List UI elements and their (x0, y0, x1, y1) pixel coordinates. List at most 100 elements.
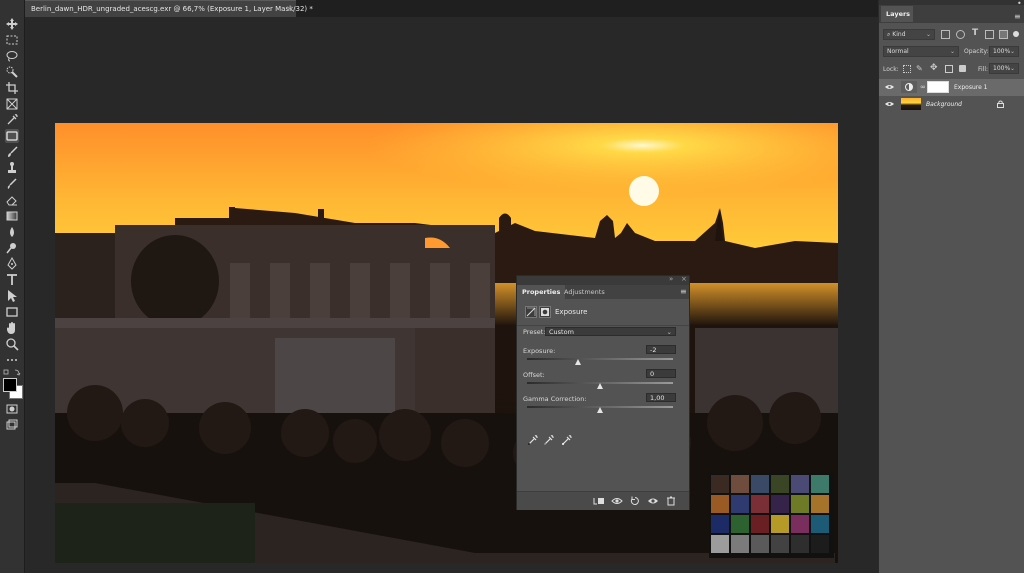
more-tools-icon[interactable] (5, 353, 19, 367)
gray-point-eyedropper-icon[interactable] (543, 434, 555, 446)
layer-name[interactable]: Background (926, 101, 962, 108)
clip-to-layer-icon[interactable] (593, 496, 605, 506)
filter-toggle-icon[interactable] (1013, 31, 1019, 37)
gradient-tool-icon[interactable] (5, 209, 19, 223)
tab-adjustments[interactable]: Adjustments (559, 285, 610, 299)
path-selection-tool-icon[interactable] (5, 289, 19, 303)
adjustment-layer-icon[interactable] (525, 306, 537, 318)
filter-smart-object-icon[interactable] (999, 30, 1008, 39)
fill-input[interactable]: 100% ⌄ (989, 63, 1019, 74)
chevron-down-icon: ⌄ (1009, 48, 1015, 55)
filter-adjustment-icon[interactable] (956, 30, 965, 39)
lock-image-pixels-icon[interactable]: ✎ (916, 64, 923, 73)
collapse-icon[interactable]: » (669, 275, 673, 283)
chevron-down-icon: ⌄ (925, 31, 931, 38)
adjustment-thumbnail (901, 81, 917, 93)
blur-tool-icon[interactable] (5, 225, 19, 239)
layer-mask-icon[interactable] (539, 306, 551, 318)
lock-position-icon[interactable]: ✥ (930, 63, 938, 73)
move-tool-icon[interactable] (5, 17, 19, 31)
eraser-tool-icon[interactable] (5, 193, 19, 207)
view-previous-state-icon[interactable] (611, 496, 623, 506)
search-icon: ⌕ (887, 31, 891, 38)
layer-row-exposure[interactable]: ∞ Exposure 1 (879, 79, 1024, 96)
close-icon[interactable]: × (286, 4, 293, 13)
panel-menu-icon[interactable]: ≡ (680, 287, 687, 296)
filter-kind-value: Kind (892, 31, 906, 38)
tools-panel (0, 0, 25, 573)
blend-mode-select[interactable]: Normal ⌄ (883, 46, 959, 57)
close-icon[interactable]: × (681, 275, 687, 283)
hand-tool-icon[interactable] (5, 321, 19, 335)
layer-mask-thumbnail[interactable] (927, 81, 949, 93)
white-point-eyedropper-icon[interactable] (561, 434, 573, 446)
brush-tool-icon[interactable] (5, 145, 19, 159)
preset-select[interactable]: Custom ⌄ (545, 327, 676, 336)
properties-panel: » × Properties Adjustments ≡ Exposure Pr… (516, 275, 690, 510)
dodge-tool-icon[interactable] (5, 241, 19, 255)
gamma-correction-label: Gamma Correction: (523, 395, 587, 403)
panel-close-icon[interactable]: • (1017, 0, 1022, 8)
quick-mask-icon[interactable] (5, 402, 19, 416)
type-tool-icon[interactable] (5, 273, 19, 287)
lock-label: Lock: (883, 66, 899, 73)
document-tab-title: Berlin_dawn_HDR_ungraded_acescg.exr @ 66… (31, 5, 313, 13)
filter-type-icon[interactable]: T (972, 28, 978, 38)
layer-name[interactable]: Exposure 1 (954, 84, 988, 91)
fill-value: 100% (993, 65, 1011, 72)
exposure-slider-track[interactable] (527, 358, 673, 360)
panel-menu-icon[interactable]: ≡ (1014, 12, 1021, 21)
lock-transparent-pixels-icon[interactable] (903, 65, 911, 73)
foreground-color-swatch[interactable] (3, 378, 17, 392)
layer-row-background[interactable]: Background (879, 96, 1024, 113)
preset-label: Preset: (523, 328, 546, 336)
visibility-eye-icon[interactable] (885, 84, 894, 90)
opacity-label: Opacity: (964, 48, 989, 55)
lasso-tool-icon[interactable] (5, 49, 19, 63)
frame-tool-active-icon[interactable] (5, 129, 19, 143)
rectangle-tool-icon[interactable] (5, 305, 19, 319)
zoom-tool-icon[interactable] (5, 337, 19, 351)
blend-mode-value: Normal (887, 48, 909, 55)
toggle-visibility-icon[interactable] (647, 496, 659, 506)
visibility-eye-icon[interactable] (885, 101, 894, 107)
lock-all-icon[interactable] (959, 65, 966, 72)
delete-adjustment-icon[interactable] (665, 496, 677, 506)
opacity-input[interactable]: 100% ⌄ (989, 46, 1019, 57)
divider (517, 325, 689, 326)
filter-kind-select[interactable]: ⌕ Kind ⌄ (883, 29, 935, 40)
link-icon[interactable]: ∞ (920, 83, 926, 91)
properties-panel-header[interactable]: » × (517, 275, 689, 285)
screen-mode-icon[interactable] (5, 418, 19, 432)
document-tab[interactable]: Berlin_dawn_HDR_ungraded_acescg.exr @ 66… (24, 0, 313, 17)
pen-tool-icon[interactable] (5, 257, 19, 271)
offset-input[interactable]: 0 (646, 369, 676, 378)
filter-pixel-icon[interactable] (941, 30, 950, 39)
exposure-slider-thumb[interactable] (575, 359, 582, 365)
exposure-input[interactable]: -2 (646, 345, 676, 354)
filter-shape-icon[interactable] (985, 30, 994, 39)
tab-layers-label: Layers (886, 10, 911, 18)
chevron-down-icon: ⌄ (949, 48, 955, 55)
exposure-label: Exposure: (523, 347, 556, 355)
history-brush-tool-icon[interactable] (5, 177, 19, 191)
lock-artboard-icon[interactable] (945, 65, 953, 73)
document-image[interactable] (55, 123, 838, 563)
clone-stamp-tool-icon[interactable] (5, 161, 19, 175)
swap-colors-icon[interactable] (3, 368, 21, 376)
tab-layers[interactable]: Layers (881, 6, 913, 22)
gamma-correction-input[interactable]: 1,00 (646, 393, 676, 402)
quick-selection-tool-icon[interactable] (5, 65, 19, 79)
gamma-slider-thumb[interactable] (597, 407, 603, 413)
document-tab-bar: Berlin_dawn_HDR_ungraded_acescg.exr @ 66… (24, 0, 878, 17)
reset-adjustment-icon[interactable] (629, 496, 641, 506)
properties-footer (517, 491, 689, 510)
black-point-eyedropper-icon[interactable] (527, 434, 539, 446)
eyedropper-tool-icon[interactable] (5, 113, 19, 127)
adjustment-title: Exposure (555, 308, 588, 316)
layer-thumbnail (901, 98, 921, 110)
marquee-tool-icon[interactable] (5, 33, 19, 47)
offset-slider-thumb[interactable] (597, 383, 603, 389)
crop-tool-icon[interactable] (5, 81, 19, 95)
frame-tool-icon[interactable] (5, 97, 19, 111)
